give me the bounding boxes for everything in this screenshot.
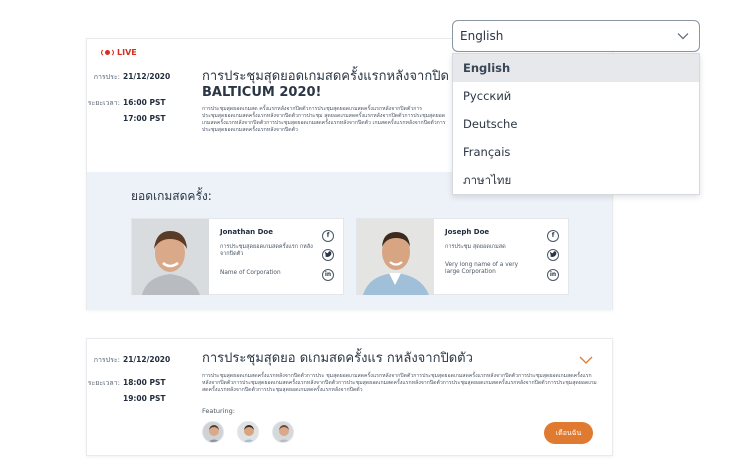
twitter-icon[interactable]	[322, 249, 334, 261]
speaker-name: Jonathan Doe	[220, 228, 273, 236]
event-title-highlight: BALTICUM 2020!	[202, 85, 322, 100]
event-title: การประชุมสุดยอ ดเกมสดครั้งแร กหลังจากปิด…	[202, 351, 473, 366]
speaker-corporation: Name of Corporation	[220, 270, 281, 276]
language-select-trigger[interactable]: English	[452, 20, 700, 52]
speaker-role: การประชุมสุดยอดเกมสดครั้งแรก กหลังจากปิด…	[220, 244, 313, 257]
speaker-photo	[132, 219, 209, 295]
language-select: English English Русский Deutsche Françai…	[452, 20, 700, 195]
language-option-english[interactable]: English	[453, 54, 699, 82]
event-time-end: 17:00 PST	[123, 114, 166, 123]
remind-me-button[interactable]: เตือนฉัน	[544, 422, 593, 444]
live-broadcast-icon	[101, 48, 114, 57]
live-indicator: LIVE	[101, 48, 137, 57]
facebook-icon[interactable]: f	[547, 230, 559, 242]
language-selected-value: English	[460, 29, 504, 43]
linkedin-icon[interactable]: in	[547, 269, 559, 281]
language-option-russian[interactable]: Русский	[453, 82, 699, 110]
speaker-photo	[357, 219, 434, 295]
language-option-french[interactable]: Français	[453, 138, 699, 166]
speaker-name: Joseph Doe	[445, 228, 490, 236]
facebook-icon[interactable]: f	[322, 230, 334, 242]
event-title: การประชุมสุดยอดเกมสดครั้งแรกหลังจากปิด B…	[202, 69, 462, 101]
featuring-label: Featuring:	[202, 407, 235, 415]
date-label: การประ:	[93, 73, 120, 81]
language-option-german[interactable]: Deutsche	[453, 110, 699, 138]
event-description: การประชุมสุดยอดเกมสด ครั้งแรกหลังจากปิดต…	[202, 106, 446, 133]
event-card: การประ: 21/12/2020 ระยะเวลา: 18:00 PST 1…	[86, 338, 613, 456]
language-options-menu: English Русский Deutsche Français ภาษาไท…	[452, 53, 700, 195]
linkedin-icon[interactable]: in	[322, 269, 334, 281]
date-label: การประ:	[93, 356, 120, 364]
speaker-card: Joseph Doe การประชุม สุดยอดเกมสด Very lo…	[356, 218, 569, 295]
twitter-icon[interactable]	[547, 249, 559, 261]
live-label: LIVE	[117, 48, 137, 57]
event-time-start: 16:00 PST	[123, 98, 166, 107]
event-date: 21/12/2020	[123, 355, 171, 364]
chevron-down-icon[interactable]	[579, 352, 593, 366]
event-meta: การประ: 21/12/2020 ระยะเวลา: 16:00 PST 1…	[87, 72, 171, 123]
avatar[interactable]	[237, 421, 259, 443]
speaker-corporation: Very long name of a very large Corporati…	[445, 262, 519, 275]
time-label: ระยะเวลา:	[87, 379, 120, 387]
speaker-card: Jonathan Doe การประชุมสุดยอดเกมสดครั้งแร…	[131, 218, 344, 295]
event-time-end: 19:00 PST	[123, 394, 166, 403]
event-time-start: 18:00 PST	[123, 378, 166, 387]
event-description: การประชุมสุดยอดเกมสดครั้งแรกหลังจากปิดตั…	[202, 373, 597, 393]
time-label: ระยะเวลา:	[87, 99, 120, 107]
language-option-thai[interactable]: ภาษาไทย	[453, 166, 699, 194]
chevron-down-icon	[677, 29, 689, 43]
featured-heading: ยอดเกมสดครั้ง:	[131, 189, 212, 203]
speaker-role: การประชุม สุดยอดเกมสด	[445, 244, 506, 250]
avatar[interactable]	[202, 421, 224, 443]
event-date: 21/12/2020	[123, 72, 171, 81]
avatar[interactable]	[272, 421, 294, 443]
events-page: LIVE การประ: 21/12/2020 ระยะเวลา: 16:00 …	[0, 0, 730, 475]
event-meta: การประ: 21/12/2020 ระยะเวลา: 18:00 PST 1…	[87, 355, 171, 403]
